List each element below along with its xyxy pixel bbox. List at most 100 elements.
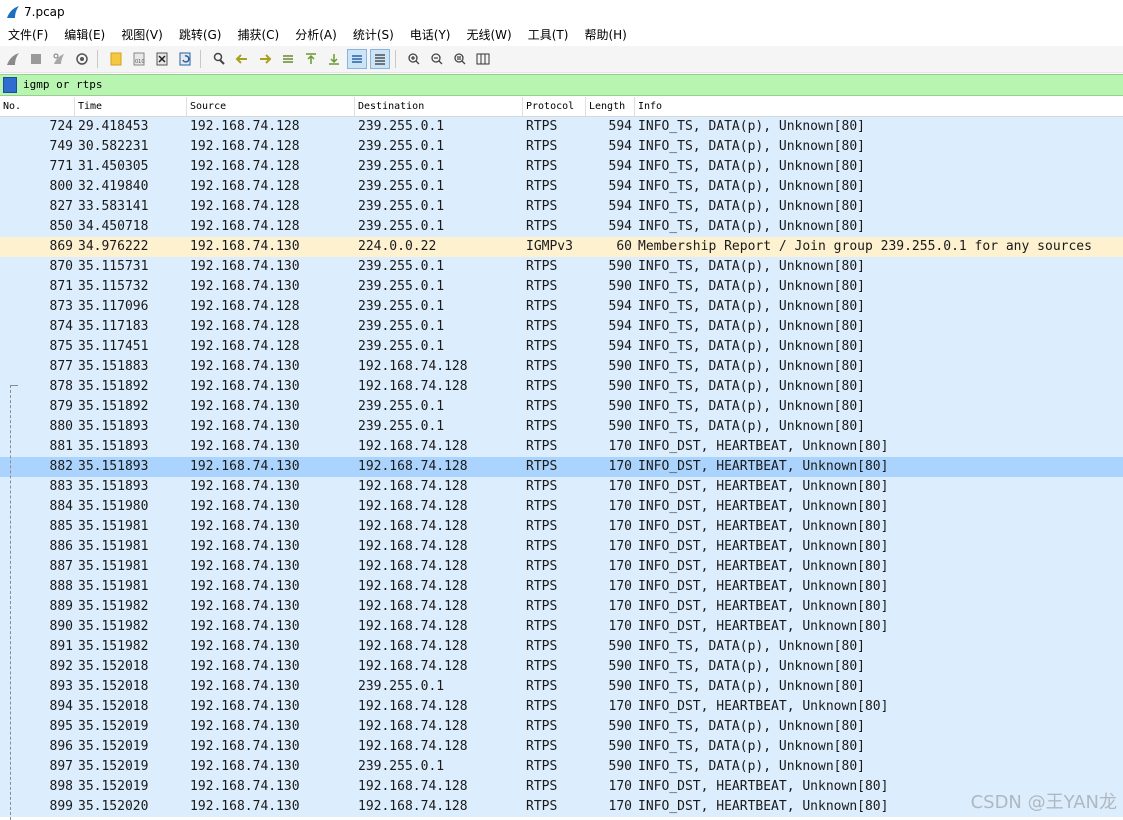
table-row[interactable]: 800 32.419840 192.168.74.128 239.255.0.1 RTP… [0, 177, 1123, 197]
table-row[interactable]: 890 35.151982 192.168.74.130 192.168.74.128… [0, 617, 1123, 637]
table-row[interactable]: 724 29.418453 192.168.74.128 239.255.0.1 RTP… [0, 117, 1123, 137]
table-row[interactable]: 875 35.117451 192.168.74.128 239.255.0.1 RTP… [0, 337, 1123, 357]
packet-time: 35.115731 [78, 259, 149, 274]
packet-destination: 192.168.74.128 [358, 539, 468, 554]
filter-bookmark-icon[interactable] [3, 77, 17, 93]
title-bar: 7.pcap [0, 0, 1123, 24]
resize-columns-icon[interactable] [473, 49, 493, 69]
column-header-protocol[interactable]: Protocol [523, 97, 586, 116]
table-row[interactable]: 887 35.151981 192.168.74.130 192.168.74.128… [0, 557, 1123, 577]
packet-info: INFO_TS, DATA(p), Unknown[80] [638, 759, 865, 774]
watermark: CSDN @王YAN龙 [970, 792, 1117, 813]
table-row[interactable]: 771 31.450305 192.168.74.128 239.255.0.1 RTP… [0, 157, 1123, 177]
auto-scroll-icon[interactable] [347, 49, 367, 69]
packet-protocol: RTPS [526, 719, 558, 734]
table-row[interactable]: 898 35.152019 192.168.74.130 192.168.74.128… [0, 777, 1123, 797]
reload-icon[interactable] [175, 49, 195, 69]
go-back-arrow-icon[interactable] [232, 49, 252, 69]
menu-item[interactable]: 捕获(C) [229, 24, 287, 46]
zoom-out-icon[interactable] [427, 49, 447, 69]
table-row[interactable]: 869 34.976222 192.168.74.130 224.0.0.22 IGMP… [0, 237, 1123, 257]
shark-fin-start-icon[interactable] [3, 49, 23, 69]
table-row[interactable]: 886 35.151981 192.168.74.130 192.168.74.128… [0, 537, 1123, 557]
column-header-source[interactable]: Source [187, 97, 355, 116]
find-packet-icon[interactable] [209, 49, 229, 69]
close-file-icon[interactable] [152, 49, 172, 69]
packet-source: 192.168.74.130 [190, 639, 300, 654]
packet-protocol: RTPS [526, 559, 558, 574]
packet-time: 35.151893 [78, 419, 149, 434]
colorize-icon[interactable] [370, 49, 390, 69]
packet-no: 873 [49, 299, 73, 314]
table-row[interactable]: 899 35.152020 192.168.74.130 192.168.74.128… [0, 797, 1123, 817]
restart-fin-icon[interactable] [49, 49, 69, 69]
table-row-selected[interactable]: 882 35.151893 192.168.74.130 192.168.74.128… [0, 457, 1123, 477]
packet-info: Membership Report / Join group 239.255.0… [638, 239, 1092, 254]
table-row[interactable]: 877 35.151883 192.168.74.130 192.168.74.128… [0, 357, 1123, 377]
table-row[interactable]: 883 35.151893 192.168.74.130 192.168.74.128… [0, 477, 1123, 497]
menu-item[interactable]: 视图(V) [113, 24, 171, 46]
go-first-icon[interactable] [301, 49, 321, 69]
zoom-in-icon[interactable] [404, 49, 424, 69]
table-row[interactable]: 896 35.152019 192.168.74.130 192.168.74.128… [0, 737, 1123, 757]
table-row[interactable]: 850 34.450718 192.168.74.128 239.255.0.1 RTP… [0, 217, 1123, 237]
table-row[interactable]: 892 35.152018 192.168.74.130 192.168.74.128… [0, 657, 1123, 677]
table-row[interactable]: 873 35.117096 192.168.74.128 239.255.0.1 RTP… [0, 297, 1123, 317]
menu-item[interactable]: 电话(Y) [402, 24, 459, 46]
table-row[interactable]: 879 35.151892 192.168.74.130 239.255.0.1 RTP… [0, 397, 1123, 417]
table-row[interactable]: 871 35.115732 192.168.74.130 239.255.0.1 RTP… [0, 277, 1123, 297]
packet-list[interactable]: 724 29.418453 192.168.74.128 239.255.0.1 RTP… [0, 117, 1123, 820]
table-row[interactable]: 874 35.117183 192.168.74.128 239.255.0.1 RTP… [0, 317, 1123, 337]
open-folder-icon[interactable] [106, 49, 126, 69]
menu-item[interactable]: 分析(A) [287, 24, 345, 46]
table-row[interactable]: 893 35.152018 192.168.74.130 239.255.0.1 RTP… [0, 677, 1123, 697]
capture-options-gear-icon[interactable] [72, 49, 92, 69]
table-row[interactable]: 878 35.151892 192.168.74.130 192.168.74.128… [0, 377, 1123, 397]
packet-length: 594 [608, 319, 632, 334]
packet-length: 590 [608, 659, 632, 674]
table-row[interactable]: 881 35.151893 192.168.74.130 192.168.74.128… [0, 437, 1123, 457]
column-header-time[interactable]: Time [75, 97, 187, 116]
table-row[interactable]: 749 30.582231 192.168.74.128 239.255.0.1 RTP… [0, 137, 1123, 157]
column-header-no[interactable]: No. [0, 97, 75, 116]
table-row[interactable]: 870 35.115731 192.168.74.130 239.255.0.1 RTP… [0, 257, 1123, 277]
packet-source: 192.168.74.130 [190, 259, 300, 274]
column-header-destination[interactable]: Destination [355, 97, 523, 116]
table-row[interactable]: 891 35.151982 192.168.74.130 192.168.74.128… [0, 637, 1123, 657]
table-row[interactable]: 885 35.151981 192.168.74.130 192.168.74.128… [0, 517, 1123, 537]
menu-item[interactable]: 帮助(H) [576, 24, 634, 46]
menu-item[interactable]: 跳转(G) [171, 24, 230, 46]
table-row[interactable]: 889 35.151982 192.168.74.130 192.168.74.128… [0, 597, 1123, 617]
packet-length: 170 [608, 619, 632, 634]
packet-length: 594 [608, 119, 632, 134]
go-to-packet-icon[interactable] [278, 49, 298, 69]
table-row[interactable]: 897 35.152019 192.168.74.130 239.255.0.1 RTP… [0, 757, 1123, 777]
menu-item[interactable]: 统计(S) [345, 24, 402, 46]
go-last-icon[interactable] [324, 49, 344, 69]
table-row[interactable]: 888 35.151981 192.168.74.130 192.168.74.128… [0, 577, 1123, 597]
menu-item[interactable]: 编辑(E) [56, 24, 113, 46]
table-row[interactable]: 827 33.583141 192.168.74.128 239.255.0.1 RTP… [0, 197, 1123, 217]
stop-square-icon[interactable] [26, 49, 46, 69]
table-row[interactable]: 894 35.152018 192.168.74.130 192.168.74.128… [0, 697, 1123, 717]
zoom-normal-icon[interactable] [450, 49, 470, 69]
packet-protocol: RTPS [526, 279, 558, 294]
packet-no: 800 [49, 179, 73, 194]
packet-time: 35.152019 [78, 719, 149, 734]
go-forward-arrow-icon[interactable] [255, 49, 275, 69]
packet-destination: 239.255.0.1 [358, 199, 445, 214]
packet-time: 34.976222 [78, 239, 149, 254]
column-header-info[interactable]: Info [635, 97, 1123, 116]
toolbar-separator [200, 50, 201, 68]
column-header-length[interactable]: Length [586, 97, 635, 116]
menu-item[interactable]: 工具(T) [520, 24, 577, 46]
packet-time: 35.152019 [78, 779, 149, 794]
menu-item[interactable]: 无线(W) [459, 24, 520, 46]
table-row[interactable]: 895 35.152019 192.168.74.130 192.168.74.128… [0, 717, 1123, 737]
table-row[interactable]: 880 35.151893 192.168.74.130 239.255.0.1 RTP… [0, 417, 1123, 437]
display-filter-input[interactable] [23, 76, 1113, 94]
packet-time: 35.117183 [78, 319, 149, 334]
file-save-icon[interactable]: 010 [129, 49, 149, 69]
menu-item[interactable]: 文件(F) [0, 24, 56, 46]
table-row[interactable]: 884 35.151980 192.168.74.130 192.168.74.128… [0, 497, 1123, 517]
